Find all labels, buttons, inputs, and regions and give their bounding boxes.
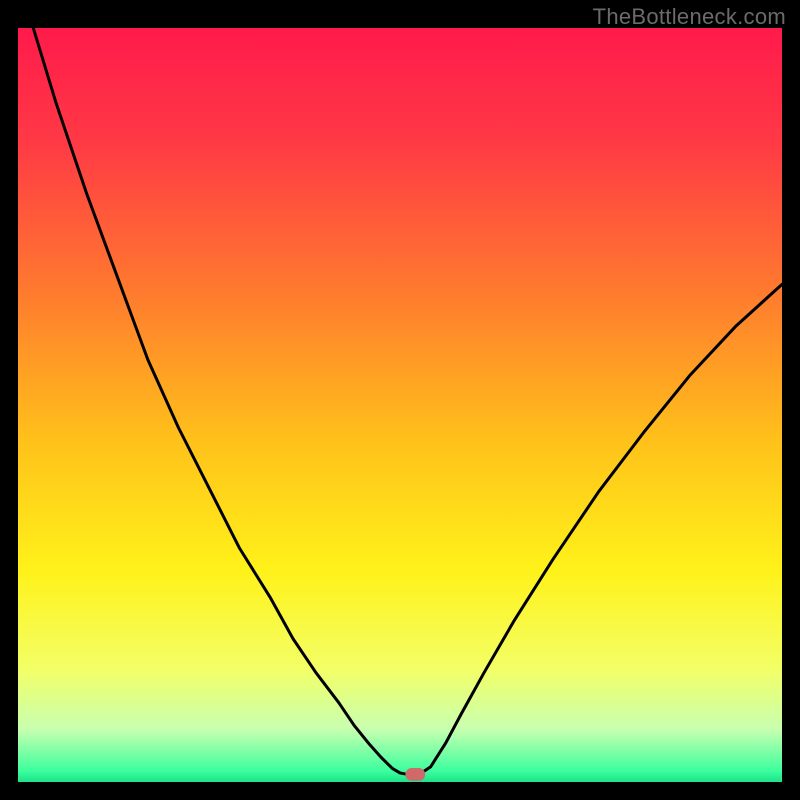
marker-dot bbox=[405, 768, 425, 781]
chart-svg bbox=[18, 28, 782, 782]
chart-frame: TheBottleneck.com bbox=[0, 0, 800, 800]
plot-area bbox=[18, 28, 782, 782]
watermark-text: TheBottleneck.com bbox=[593, 4, 786, 30]
